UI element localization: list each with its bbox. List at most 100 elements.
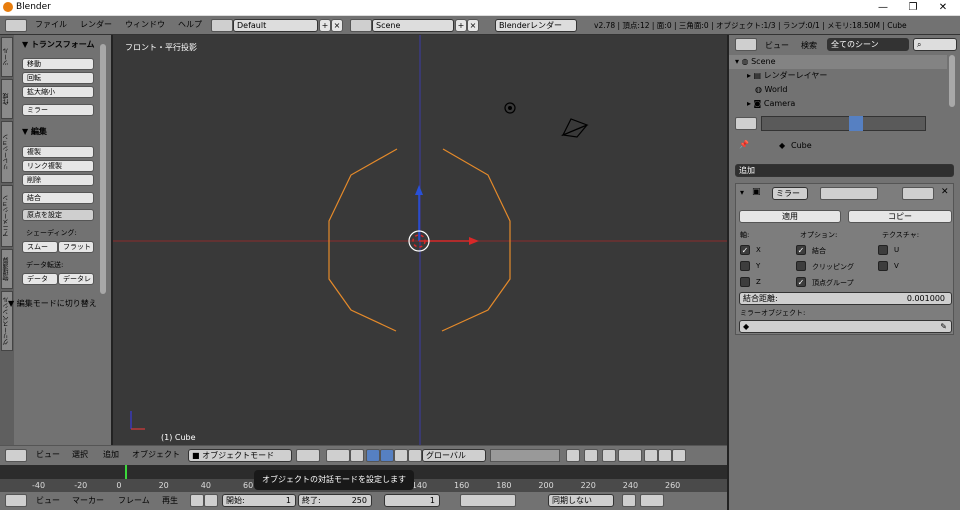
- edit-mode-toggle-panel[interactable]: ▼ 編集モードに切り替え: [8, 298, 97, 309]
- mirror-object-field[interactable]: ◆ ✎: [739, 320, 952, 333]
- shade-smooth-button[interactable]: スムー: [22, 241, 58, 253]
- menu-search[interactable]: 検索: [801, 40, 817, 51]
- collapse-icon[interactable]: ▾: [740, 188, 744, 197]
- mirror-button[interactable]: ミラー: [22, 104, 94, 116]
- remove-scene-button[interactable]: ×: [467, 19, 479, 32]
- layer-buttons[interactable]: [490, 449, 560, 462]
- menu-help[interactable]: ヘルプ: [178, 19, 202, 30]
- data-transfer-layout-button[interactable]: データレ: [58, 273, 94, 285]
- keying-set-icon[interactable]: [640, 494, 664, 507]
- editor-type-icon[interactable]: [5, 494, 27, 507]
- merge-distance-field[interactable]: 結合距離: 0.001000: [739, 292, 952, 305]
- tab-create[interactable]: 作成: [1, 79, 13, 119]
- tab-tools[interactable]: ツール: [1, 37, 13, 77]
- axis-z-checkbox[interactable]: [740, 277, 750, 287]
- auto-keying-icon[interactable]: [622, 494, 636, 507]
- join-button[interactable]: 結合: [22, 192, 94, 204]
- outliner-item-world[interactable]: ◍ World: [729, 83, 947, 97]
- menu-playback[interactable]: 再生: [162, 495, 178, 506]
- minimize-icon[interactable]: —: [868, 1, 898, 15]
- outliner-item-scene[interactable]: ▾ ◍ Scene: [729, 55, 947, 69]
- add-modifier-select[interactable]: 追加: [735, 164, 954, 177]
- sync-mode-select[interactable]: 同期しない: [548, 494, 614, 507]
- pivot-point-icon[interactable]: [326, 449, 350, 462]
- rotate-button[interactable]: 回転: [22, 72, 94, 84]
- pin-icon[interactable]: 📌: [739, 140, 749, 149]
- 3d-viewport[interactable]: フロント・平行投影 (1) Cube: [113, 35, 727, 445]
- texture-u-checkbox[interactable]: [878, 245, 888, 255]
- outliner-scrollbar[interactable]: [949, 55, 955, 107]
- add-screen-button[interactable]: +: [319, 19, 331, 32]
- clipping-checkbox[interactable]: [796, 261, 806, 271]
- manipulator-toggle-icon[interactable]: [350, 449, 364, 462]
- duplicate-linked-button[interactable]: リンク複製: [22, 160, 94, 172]
- record-keyframe-icon[interactable]: [190, 494, 204, 507]
- screen-select[interactable]: Default: [233, 19, 318, 32]
- modifier-visibility-icons[interactable]: [820, 187, 878, 200]
- close-icon[interactable]: ✕: [928, 1, 958, 15]
- menu-window[interactable]: ウィンドウ: [125, 19, 165, 30]
- tab-animation[interactable]: アニメーション: [1, 185, 13, 247]
- editor-type-icon[interactable]: [735, 38, 757, 51]
- outliner-item-camera[interactable]: ▸ ◙ Camera: [729, 97, 947, 111]
- snap-element-icon[interactable]: [618, 449, 642, 462]
- transform-panel-title[interactable]: ▼ トランスフォーム: [22, 39, 95, 50]
- outliner-search-field[interactable]: ⌕: [913, 38, 957, 51]
- delete-button[interactable]: 削除: [22, 174, 94, 186]
- lock-camera-icon[interactable]: [566, 449, 580, 462]
- menu-marker[interactable]: マーカー: [72, 495, 104, 506]
- modifier-tab-icon[interactable]: [849, 116, 863, 131]
- editor-type-icon[interactable]: [5, 449, 27, 462]
- render-engine-select[interactable]: Blenderレンダー: [495, 19, 577, 32]
- modifier-name-field[interactable]: ミラー: [772, 187, 808, 200]
- translate-manipulator-icon[interactable]: [366, 449, 380, 462]
- edit-panel-title[interactable]: ▼ 編集: [22, 126, 47, 137]
- axis-y-checkbox[interactable]: [740, 261, 750, 271]
- vertex-groups-checkbox[interactable]: ✓: [796, 277, 806, 287]
- scale-button[interactable]: 拡大縮小: [22, 86, 94, 98]
- eyedropper-icon[interactable]: ✎: [940, 321, 947, 332]
- set-origin-select[interactable]: 原点を設定: [22, 209, 94, 221]
- menu-view[interactable]: ビュー: [765, 40, 789, 51]
- playback-controls[interactable]: [460, 494, 516, 507]
- transform-orientation-icon[interactable]: [408, 449, 422, 462]
- preview-range-icon[interactable]: [204, 494, 218, 507]
- render-still-icon[interactable]: [658, 449, 672, 462]
- scale-manipulator-icon[interactable]: [394, 449, 408, 462]
- tab-relations[interactable]: リレーション: [1, 121, 13, 183]
- translate-button[interactable]: 移動: [22, 58, 94, 70]
- current-frame-marker[interactable]: [125, 465, 127, 479]
- screen-layout-icon[interactable]: [211, 19, 233, 32]
- menu-object[interactable]: オブジェクト: [132, 449, 180, 460]
- outliner-item-render-layer[interactable]: ▸ ▤ レンダーレイヤー: [729, 69, 947, 83]
- maximize-icon[interactable]: ❐: [898, 1, 928, 15]
- duplicate-button[interactable]: 複製: [22, 146, 94, 158]
- copy-button[interactable]: コピー: [848, 210, 952, 223]
- editor-type-icon[interactable]: [5, 19, 27, 32]
- texture-v-checkbox[interactable]: [878, 261, 888, 271]
- menu-view[interactable]: ビュー: [36, 495, 60, 506]
- transform-orientation-select[interactable]: グローバル: [422, 449, 486, 462]
- outliner-filter-select[interactable]: 全てのシーン: [827, 38, 909, 51]
- current-frame-field[interactable]: 1: [384, 494, 440, 507]
- render-anim-icon[interactable]: [672, 449, 686, 462]
- remove-modifier-icon[interactable]: ✕: [941, 187, 949, 197]
- axis-x-checkbox[interactable]: ✓: [740, 245, 750, 255]
- start-frame-field[interactable]: 開始: 1: [222, 494, 296, 507]
- snap-target-icon[interactable]: [644, 449, 658, 462]
- menu-select[interactable]: 選択: [72, 449, 88, 460]
- interaction-mode-select[interactable]: ■ オブジェクトモード: [188, 449, 292, 462]
- viewport-shading-icon[interactable]: [296, 449, 320, 462]
- properties-context-tabs[interactable]: [761, 116, 926, 131]
- menu-add[interactable]: 追加: [103, 449, 119, 460]
- merge-checkbox[interactable]: ✓: [796, 245, 806, 255]
- apply-button[interactable]: 適用: [739, 210, 841, 223]
- rotate-manipulator-icon[interactable]: [380, 449, 394, 462]
- data-transfer-button[interactable]: データ: [22, 273, 58, 285]
- menu-frame[interactable]: フレーム: [118, 495, 150, 506]
- modifier-move-icons[interactable]: [902, 187, 934, 200]
- editor-type-icon[interactable]: [735, 117, 757, 130]
- menu-file[interactable]: ファイル: [35, 19, 67, 30]
- proportional-edit-icon[interactable]: [584, 449, 598, 462]
- scene-select[interactable]: Scene: [372, 19, 454, 32]
